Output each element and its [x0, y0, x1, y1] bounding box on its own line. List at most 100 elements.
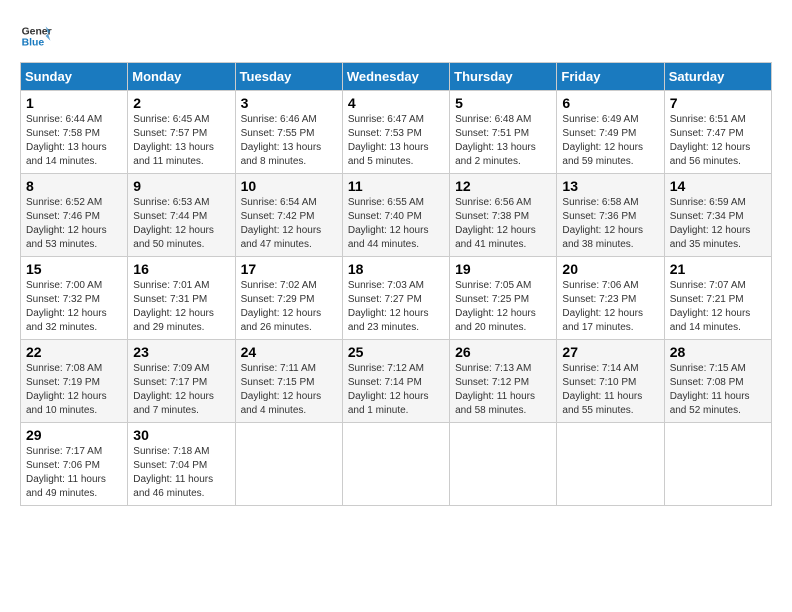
day-info: Sunrise: 7:18 AM Sunset: 7:04 PM Dayligh…: [133, 445, 229, 501]
calendar-cell: 29 Sunrise: 7:17 AM Sunset: 7:06 PM Dayl…: [21, 423, 128, 506]
day-info: Sunrise: 6:51 AM Sunset: 7:47 PM Dayligh…: [670, 113, 766, 169]
calendar-cell: 26 Sunrise: 7:13 AM Sunset: 7:12 PM Dayl…: [450, 340, 557, 423]
day-info: Sunrise: 7:11 AM Sunset: 7:15 PM Dayligh…: [241, 362, 337, 418]
calendar-cell: 6 Sunrise: 6:49 AM Sunset: 7:49 PM Dayli…: [557, 91, 664, 174]
calendar-cell: 19 Sunrise: 7:05 AM Sunset: 7:25 PM Dayl…: [450, 257, 557, 340]
day-number: 21: [670, 261, 766, 277]
day-info: Sunrise: 7:14 AM Sunset: 7:10 PM Dayligh…: [562, 362, 658, 418]
header-sunday: Sunday: [21, 63, 128, 91]
day-info: Sunrise: 6:56 AM Sunset: 7:38 PM Dayligh…: [455, 196, 551, 252]
calendar-cell: 13 Sunrise: 6:58 AM Sunset: 7:36 PM Dayl…: [557, 174, 664, 257]
calendar-cell: 27 Sunrise: 7:14 AM Sunset: 7:10 PM Dayl…: [557, 340, 664, 423]
day-number: 24: [241, 344, 337, 360]
day-number: 18: [348, 261, 444, 277]
day-info: Sunrise: 6:48 AM Sunset: 7:51 PM Dayligh…: [455, 113, 551, 169]
calendar-cell: 1 Sunrise: 6:44 AM Sunset: 7:58 PM Dayli…: [21, 91, 128, 174]
calendar-cell: 4 Sunrise: 6:47 AM Sunset: 7:53 PM Dayli…: [342, 91, 449, 174]
day-number: 16: [133, 261, 229, 277]
day-info: Sunrise: 7:01 AM Sunset: 7:31 PM Dayligh…: [133, 279, 229, 335]
calendar-cell: 2 Sunrise: 6:45 AM Sunset: 7:57 PM Dayli…: [128, 91, 235, 174]
day-number: 1: [26, 95, 122, 111]
svg-text:Blue: Blue: [22, 38, 45, 49]
day-info: Sunrise: 6:49 AM Sunset: 7:49 PM Dayligh…: [562, 113, 658, 169]
day-number: 20: [562, 261, 658, 277]
day-number: 5: [455, 95, 551, 111]
header-monday: Monday: [128, 63, 235, 91]
day-number: 29: [26, 427, 122, 443]
day-number: 14: [670, 178, 766, 194]
day-info: Sunrise: 6:53 AM Sunset: 7:44 PM Dayligh…: [133, 196, 229, 252]
day-info: Sunrise: 7:06 AM Sunset: 7:23 PM Dayligh…: [562, 279, 658, 335]
day-number: 11: [348, 178, 444, 194]
page-header: General Blue: [20, 20, 772, 52]
day-info: Sunrise: 6:54 AM Sunset: 7:42 PM Dayligh…: [241, 196, 337, 252]
day-info: Sunrise: 6:58 AM Sunset: 7:36 PM Dayligh…: [562, 196, 658, 252]
day-number: 28: [670, 344, 766, 360]
calendar-cell: 11 Sunrise: 6:55 AM Sunset: 7:40 PM Dayl…: [342, 174, 449, 257]
calendar-cell: 22 Sunrise: 7:08 AM Sunset: 7:19 PM Dayl…: [21, 340, 128, 423]
calendar-cell: 25 Sunrise: 7:12 AM Sunset: 7:14 PM Dayl…: [342, 340, 449, 423]
day-number: 8: [26, 178, 122, 194]
calendar-cell: 9 Sunrise: 6:53 AM Sunset: 7:44 PM Dayli…: [128, 174, 235, 257]
day-number: 22: [26, 344, 122, 360]
calendar-week-4: 22 Sunrise: 7:08 AM Sunset: 7:19 PM Dayl…: [21, 340, 772, 423]
day-number: 13: [562, 178, 658, 194]
calendar-cell: 8 Sunrise: 6:52 AM Sunset: 7:46 PM Dayli…: [21, 174, 128, 257]
day-info: Sunrise: 6:52 AM Sunset: 7:46 PM Dayligh…: [26, 196, 122, 252]
day-info: Sunrise: 7:12 AM Sunset: 7:14 PM Dayligh…: [348, 362, 444, 418]
header-friday: Friday: [557, 63, 664, 91]
calendar-cell: 3 Sunrise: 6:46 AM Sunset: 7:55 PM Dayli…: [235, 91, 342, 174]
calendar-cell: 23 Sunrise: 7:09 AM Sunset: 7:17 PM Dayl…: [128, 340, 235, 423]
calendar-cell: 16 Sunrise: 7:01 AM Sunset: 7:31 PM Dayl…: [128, 257, 235, 340]
calendar-cell: [235, 423, 342, 506]
day-number: 15: [26, 261, 122, 277]
calendar-cell: 5 Sunrise: 6:48 AM Sunset: 7:51 PM Dayli…: [450, 91, 557, 174]
calendar-cell: 30 Sunrise: 7:18 AM Sunset: 7:04 PM Dayl…: [128, 423, 235, 506]
day-info: Sunrise: 7:15 AM Sunset: 7:08 PM Dayligh…: [670, 362, 766, 418]
calendar-cell: 20 Sunrise: 7:06 AM Sunset: 7:23 PM Dayl…: [557, 257, 664, 340]
day-number: 7: [670, 95, 766, 111]
day-number: 27: [562, 344, 658, 360]
logo-icon: General Blue: [20, 20, 52, 52]
calendar-cell: 18 Sunrise: 7:03 AM Sunset: 7:27 PM Dayl…: [342, 257, 449, 340]
day-info: Sunrise: 6:46 AM Sunset: 7:55 PM Dayligh…: [241, 113, 337, 169]
day-info: Sunrise: 7:03 AM Sunset: 7:27 PM Dayligh…: [348, 279, 444, 335]
day-number: 23: [133, 344, 229, 360]
day-info: Sunrise: 6:59 AM Sunset: 7:34 PM Dayligh…: [670, 196, 766, 252]
day-info: Sunrise: 7:07 AM Sunset: 7:21 PM Dayligh…: [670, 279, 766, 335]
day-number: 3: [241, 95, 337, 111]
day-info: Sunrise: 7:08 AM Sunset: 7:19 PM Dayligh…: [26, 362, 122, 418]
calendar-cell: [342, 423, 449, 506]
day-number: 17: [241, 261, 337, 277]
calendar-cell: [557, 423, 664, 506]
day-info: Sunrise: 7:00 AM Sunset: 7:32 PM Dayligh…: [26, 279, 122, 335]
day-number: 9: [133, 178, 229, 194]
logo: General Blue: [20, 20, 52, 52]
calendar-header-row: SundayMondayTuesdayWednesdayThursdayFrid…: [21, 63, 772, 91]
calendar-body: 1 Sunrise: 6:44 AM Sunset: 7:58 PM Dayli…: [21, 91, 772, 506]
header-thursday: Thursday: [450, 63, 557, 91]
day-info: Sunrise: 6:47 AM Sunset: 7:53 PM Dayligh…: [348, 113, 444, 169]
day-number: 26: [455, 344, 551, 360]
calendar-table: SundayMondayTuesdayWednesdayThursdayFrid…: [20, 62, 772, 506]
calendar-cell: 24 Sunrise: 7:11 AM Sunset: 7:15 PM Dayl…: [235, 340, 342, 423]
header-wednesday: Wednesday: [342, 63, 449, 91]
day-info: Sunrise: 6:44 AM Sunset: 7:58 PM Dayligh…: [26, 113, 122, 169]
calendar-week-1: 1 Sunrise: 6:44 AM Sunset: 7:58 PM Dayli…: [21, 91, 772, 174]
day-number: 19: [455, 261, 551, 277]
calendar-cell: 7 Sunrise: 6:51 AM Sunset: 7:47 PM Dayli…: [664, 91, 771, 174]
calendar-cell: 12 Sunrise: 6:56 AM Sunset: 7:38 PM Dayl…: [450, 174, 557, 257]
day-info: Sunrise: 7:17 AM Sunset: 7:06 PM Dayligh…: [26, 445, 122, 501]
calendar-week-2: 8 Sunrise: 6:52 AM Sunset: 7:46 PM Dayli…: [21, 174, 772, 257]
day-info: Sunrise: 6:55 AM Sunset: 7:40 PM Dayligh…: [348, 196, 444, 252]
day-info: Sunrise: 6:45 AM Sunset: 7:57 PM Dayligh…: [133, 113, 229, 169]
day-number: 12: [455, 178, 551, 194]
day-info: Sunrise: 7:02 AM Sunset: 7:29 PM Dayligh…: [241, 279, 337, 335]
calendar-cell: [664, 423, 771, 506]
calendar-cell: 21 Sunrise: 7:07 AM Sunset: 7:21 PM Dayl…: [664, 257, 771, 340]
day-number: 6: [562, 95, 658, 111]
day-info: Sunrise: 7:05 AM Sunset: 7:25 PM Dayligh…: [455, 279, 551, 335]
calendar-cell: 28 Sunrise: 7:15 AM Sunset: 7:08 PM Dayl…: [664, 340, 771, 423]
calendar-cell: 14 Sunrise: 6:59 AM Sunset: 7:34 PM Dayl…: [664, 174, 771, 257]
calendar-cell: [450, 423, 557, 506]
